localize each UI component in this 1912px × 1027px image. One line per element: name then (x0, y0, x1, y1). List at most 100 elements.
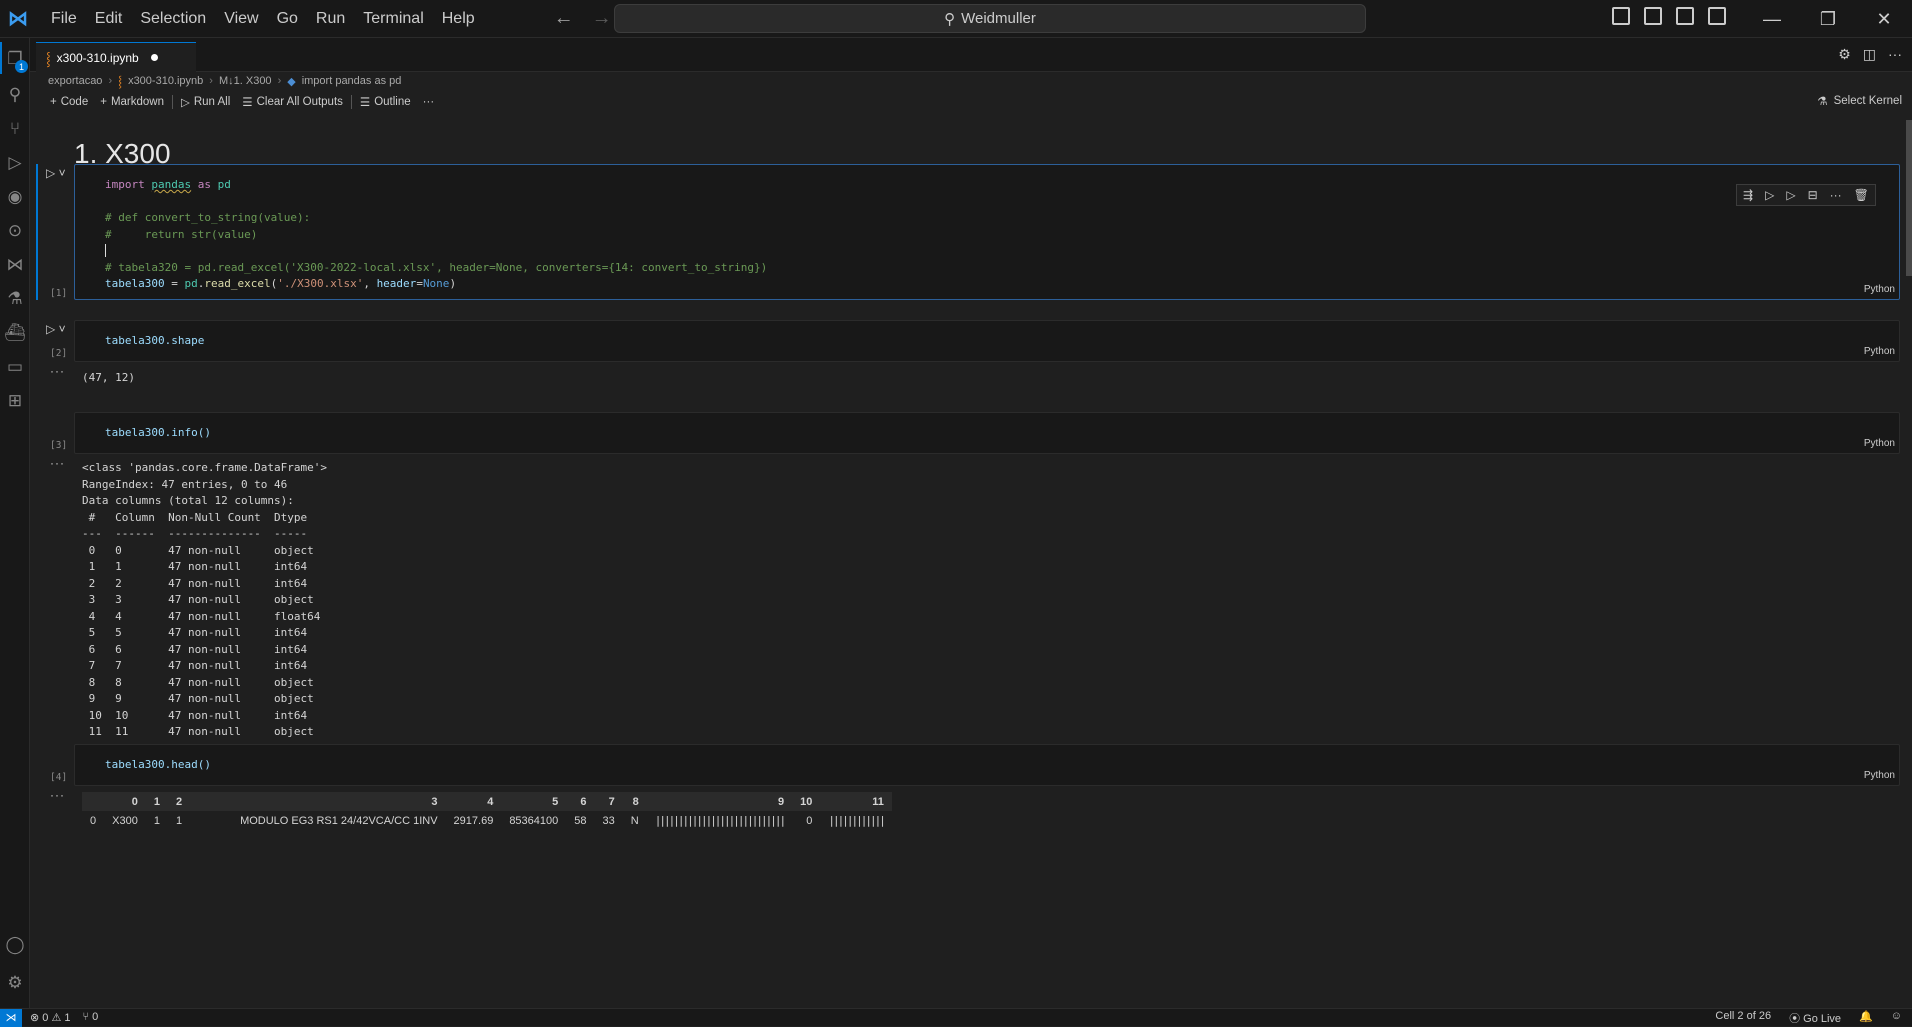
code-token: tabela300 (105, 277, 165, 290)
code-editor[interactable]: tabela300.info() (105, 425, 211, 442)
toggle-panel-icon[interactable] (1644, 7, 1662, 25)
table-cell: 2917.69 (453, 814, 494, 827)
menu-file[interactable]: File (42, 0, 86, 38)
source-control-icon[interactable]: ⑂ (4, 118, 26, 140)
notebook-settings-icon[interactable]: ⚙ (1838, 46, 1851, 63)
docker-icon[interactable]: ⛴ (4, 322, 26, 344)
output-actions-icon[interactable]: ··· (50, 364, 65, 378)
minimize-icon[interactable]: — (1744, 0, 1800, 38)
clear-all-outputs-button[interactable]: ☰ Clear All Outputs (236, 95, 349, 109)
table-cell: 0 (806, 814, 813, 827)
run-all-label: Run All (193, 96, 231, 108)
code-cell-3[interactable]: tabela300.info() Python (74, 412, 1900, 454)
cell-language[interactable]: Python (1864, 770, 1895, 781)
window-controls: — ❐ ✕ (1744, 0, 1912, 38)
outline-button[interactable]: ☰ Outline (354, 95, 417, 109)
menu-selection[interactable]: Selection (131, 0, 215, 38)
account-icon[interactable]: ◯ (4, 934, 26, 956)
menu-run[interactable]: Run (307, 0, 354, 38)
go-live-button[interactable]: ⦿ Go Live (1789, 1010, 1841, 1026)
code-cell-2[interactable]: tabela300.shape Python (74, 320, 1900, 362)
menu-terminal[interactable]: Terminal (354, 0, 432, 38)
vertical-scrollbar[interactable] (1906, 120, 1912, 276)
notifications-bell-icon[interactable]: 🔔 (1859, 1010, 1873, 1026)
run-by-line-icon[interactable]: ⇶ (1743, 188, 1753, 202)
breadcrumb-cell[interactable]: import pandas as pd (302, 75, 402, 87)
close-icon[interactable]: ✕ (1856, 0, 1912, 38)
git-graph-icon[interactable]: ⊙ (4, 220, 26, 242)
forward-arrow-icon[interactable]: → (592, 7, 612, 30)
execute-below-icon[interactable]: ▷ (1786, 188, 1795, 202)
visual-studio-icon[interactable]: ⋈ (4, 254, 26, 276)
cell-language[interactable]: Python (1864, 284, 1895, 295)
split-cell-icon[interactable]: ⊟ (1808, 188, 1818, 202)
remote-indicator-icon[interactable]: ⋊ (0, 1008, 22, 1027)
notebook-toolbar: + Code + Markdown ▷ Run All ☰ Clear All … (44, 92, 440, 112)
run-cell-icon[interactable]: ▷ ˅ (46, 322, 66, 336)
breadcrumb-folder[interactable]: exportacao (48, 75, 102, 87)
feedback-icon[interactable]: ☺ (1891, 1010, 1902, 1026)
customize-layout-icon[interactable] (1708, 7, 1726, 25)
output-actions-icon[interactable]: ··· (50, 788, 65, 802)
github-icon[interactable]: ◉ (4, 186, 26, 208)
cell-language[interactable]: Python (1864, 346, 1895, 357)
explorer-badge: 1 (15, 60, 28, 73)
tab-notebook[interactable]: ⸾ x300-310.ipynb (36, 42, 196, 72)
command-center-search[interactable]: ⚲ Weidmuller (614, 4, 1366, 33)
add-markdown-cell-button[interactable]: + Markdown (94, 96, 170, 108)
title-bar: ⋈ File Edit Selection View Go Run Termin… (0, 0, 1912, 38)
code-token: header (376, 277, 417, 290)
split-editor-icon[interactable]: ◫ (1863, 46, 1876, 63)
testing-icon[interactable]: ⚗ (4, 288, 26, 310)
code-comment: # tabela320 = pd.read_excel('X300-2022-l… (105, 260, 768, 274)
code-editor[interactable]: tabela300.head() (105, 757, 211, 774)
kernel-icon: ⚗ (1817, 96, 1828, 108)
run-debug-icon[interactable]: ▷ (4, 152, 26, 174)
menu-edit[interactable]: Edit (86, 0, 132, 38)
cell-language[interactable]: Python (1864, 438, 1895, 449)
run-all-button[interactable]: ▷ Run All (175, 95, 236, 109)
ports-status[interactable]: ⑂ 0 (82, 1011, 98, 1024)
problems-status[interactable]: ⊗ 0 ⚠ 1 (30, 1011, 70, 1024)
menu-go[interactable]: Go (268, 0, 307, 38)
add-code-cell-button[interactable]: + Code (44, 96, 94, 108)
go-live-label: Go Live (1803, 1012, 1842, 1025)
code-cell-4[interactable]: tabela300.head() Python (74, 744, 1900, 786)
breadcrumb-file[interactable]: x300-310.ipynb (128, 75, 203, 87)
table-cell: 85364100 (509, 814, 559, 827)
more-actions-icon[interactable]: ··· (1888, 46, 1902, 63)
text-cursor (105, 244, 113, 257)
delete-cell-icon[interactable]: 🗑 (1854, 188, 1869, 202)
remote-explorer-icon[interactable]: ▭ (4, 356, 26, 378)
tab-label: x300-310.ipynb (56, 50, 139, 65)
cell-output: (47, 12) (82, 371, 135, 384)
add-code-label: Code (60, 96, 89, 108)
cell-position-status[interactable]: Cell 2 of 26 (1715, 1010, 1771, 1026)
restore-icon[interactable]: ❐ (1800, 0, 1856, 38)
column-header: 11 (820, 792, 892, 811)
breadcrumb-heading[interactable]: M↓1. X300 (219, 75, 272, 87)
select-kernel-button[interactable]: ⚗ Select Kernel (1817, 94, 1902, 108)
code-cell-1[interactable]: import pandas as pd # def convert_to_str… (74, 164, 1900, 300)
code-editor[interactable]: import pandas as pd # def convert_to_str… (105, 177, 767, 293)
search-icon[interactable]: ⚲ (4, 84, 26, 106)
menu-view[interactable]: View (215, 0, 267, 38)
back-arrow-icon[interactable]: ← (554, 7, 574, 30)
table-cell: MODULO EG3 RS1 24/42VCA/CC 1INV (240, 814, 438, 827)
table-cell: 1 (175, 814, 183, 827)
vscode-logo-icon: ⋈ (8, 8, 28, 30)
run-cell-icon[interactable]: ▷ ˅ (46, 166, 66, 180)
execute-above-icon[interactable]: ▷ (1765, 188, 1774, 202)
menu-help[interactable]: Help (433, 0, 484, 38)
toggle-secondary-sidebar-icon[interactable] (1676, 7, 1694, 25)
more-toolbar-button[interactable]: ··· (417, 96, 441, 108)
column-header: 0 (104, 792, 146, 811)
unsaved-dot-icon[interactable] (150, 54, 158, 61)
settings-gear-icon[interactable]: ⚙ (4, 972, 26, 994)
extensions-icon[interactable]: ⊞ (4, 390, 26, 412)
more-cell-actions-icon[interactable]: ··· (1830, 188, 1842, 202)
toggle-primary-sidebar-icon[interactable] (1612, 7, 1630, 25)
jupyter-file-icon: ⸾ (118, 75, 123, 88)
code-editor[interactable]: tabela300.shape (105, 333, 204, 350)
output-actions-icon[interactable]: ··· (50, 456, 65, 470)
